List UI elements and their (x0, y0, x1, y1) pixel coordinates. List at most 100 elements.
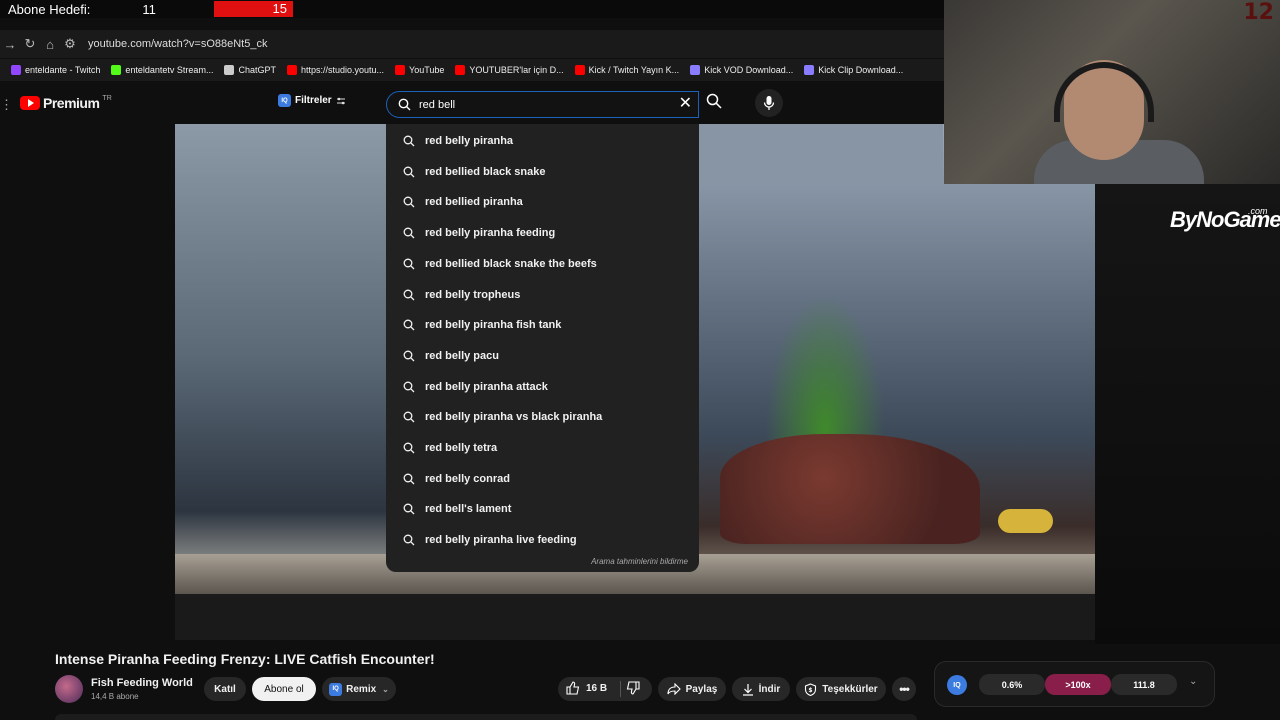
suggestion-label: red bell's lament (425, 503, 512, 516)
suggestion-label: red belly tetra (425, 442, 498, 454)
share-label: Paylaş (685, 683, 718, 695)
suggestion-label: red belly piranha live feeding (425, 534, 577, 547)
thumbs-up-icon (566, 681, 580, 695)
suggestion-item[interactable]: red bell's lament (386, 494, 699, 524)
search-icon (403, 289, 415, 301)
suggestion-label: red belly piranha vs black piranha (425, 411, 603, 424)
join-button[interactable]: Katıl (204, 677, 246, 701)
suggestion-item[interactable]: red belly piranha attack (386, 372, 699, 402)
suggestion-item[interactable]: red belly tropheus (386, 280, 699, 310)
search-button[interactable] (706, 93, 722, 114)
subscriber-goal-label: Abone Hedefi: (8, 1, 91, 17)
bookmark-favicon-icon (395, 65, 406, 75)
webcam-counter: 12 (1243, 0, 1274, 25)
search-icon (706, 93, 722, 109)
bookmark-label: ChatGPT (238, 65, 276, 75)
suggestion-item[interactable]: red belly piranha feeding (386, 218, 699, 248)
like-dislike-group: 16 B (558, 677, 652, 701)
filters-label: Filtreler (295, 95, 332, 106)
iq-stats-widget: IQ 0.6% >100x 111.8 ⌄ (934, 661, 1215, 707)
stat-score: 111.8 (1111, 674, 1177, 695)
search-box[interactable]: ✕ (386, 91, 699, 118)
search-input[interactable] (419, 96, 659, 114)
suggestion-item[interactable]: red belly pacu (386, 341, 699, 371)
filters-button[interactable]: IQ Filtreler (278, 94, 346, 107)
home-icon[interactable]: ⌂ (40, 37, 60, 52)
suggestion-item[interactable]: red bellied piranha (386, 187, 699, 217)
site-settings-icon[interactable]: ⚙ (60, 36, 80, 52)
forward-icon[interactable]: → (0, 37, 20, 52)
chevron-down-icon: ⌄ (382, 684, 389, 694)
suggestion-label: red belly tropheus (425, 288, 521, 301)
search-icon (403, 473, 415, 485)
bookmark-item[interactable]: enteldantetv Stream... (111, 65, 213, 75)
aquarium-base (175, 594, 1095, 640)
bookmark-favicon-icon (690, 65, 701, 75)
subscriber-count-text: 14,4 B abone (91, 692, 139, 701)
bookmark-item[interactable]: enteldante - Twitch (11, 65, 100, 75)
stat-multiplier: >100x (1045, 674, 1111, 695)
bookmark-label: YouTube (409, 65, 445, 75)
dislike-button[interactable] (626, 681, 640, 700)
url-field[interactable]: youtube.com/watch?v=sO88eNt5_ck (88, 38, 267, 50)
more-actions-button[interactable]: ••• (892, 677, 916, 701)
search-icon (398, 98, 411, 116)
download-icon (742, 683, 754, 696)
youtube-logo[interactable]: Premium TR (20, 95, 112, 111)
bookmark-favicon-icon (574, 65, 585, 75)
download-label: İndir (758, 683, 781, 695)
download-button[interactable]: İndir (732, 677, 790, 701)
suggestion-item[interactable]: red belly piranha fish tank (386, 310, 699, 340)
video-frame-top (698, 124, 943, 184)
suggestion-label: red belly piranha feeding (425, 227, 556, 240)
logo-text: Premium (43, 95, 100, 111)
bookmark-favicon-icon (11, 65, 21, 75)
report-predictions-link[interactable]: Arama tahminlerini bildirme (591, 557, 688, 566)
bookmark-item[interactable]: ChatGPT (224, 65, 276, 75)
share-button[interactable]: Paylaş (658, 677, 726, 701)
side-overlay (1095, 184, 1280, 644)
voice-search-button[interactable] (755, 89, 783, 117)
menu-icon[interactable]: ⋮ (0, 97, 13, 113)
channel-name[interactable]: Fish Feeding World (91, 677, 193, 689)
suggestion-label: red belly piranha attack (425, 380, 548, 393)
bookmark-favicon-icon (111, 65, 122, 75)
suggestion-item[interactable]: red bellied black snake (386, 157, 699, 187)
thanks-button[interactable]: $ Teşekkürler (796, 677, 886, 701)
channel-avatar[interactable] (55, 675, 83, 703)
search-icon (403, 258, 415, 270)
bookmark-item[interactable]: YouTube (395, 65, 444, 75)
suggestion-item[interactable]: red bellied black snake the beefs (386, 249, 699, 279)
bookmark-item[interactable]: Kick Clip Download... (804, 65, 903, 75)
suggestion-item[interactable]: red belly piranha vs black piranha (386, 402, 699, 432)
aquarium-rocks (720, 434, 980, 544)
bookmark-item[interactable]: https://studio.youtu... (286, 65, 385, 75)
bookmark-item[interactable]: YOUTUBER'lar için D... (455, 65, 564, 75)
bookmark-item[interactable]: Kick / Twitch Yayın K... (574, 65, 679, 75)
clear-search-icon[interactable]: ✕ (679, 96, 692, 112)
suggestion-item[interactable]: red belly conrad (386, 464, 699, 494)
video-title: Intense Piranha Feeding Frenzy: LIVE Cat… (55, 651, 435, 667)
chevron-down-icon[interactable]: ⌄ (1189, 676, 1197, 687)
search-icon (403, 381, 415, 393)
bookmark-item[interactable]: Kick VOD Download... (690, 65, 793, 75)
like-button[interactable]: 16 B (566, 681, 607, 695)
suggestion-item[interactable]: red belly tetra (386, 433, 699, 463)
bookmark-label: enteldantetv Stream... (125, 65, 214, 75)
suggestion-item[interactable]: red belly piranha (386, 126, 699, 156)
iq-icon: IQ (947, 675, 967, 695)
remix-button[interactable]: IQ Remix ⌄ (322, 677, 396, 701)
bookmark-label: https://studio.youtu... (300, 65, 385, 75)
suggestion-label: red bellied piranha (425, 196, 523, 209)
svg-text:$: $ (809, 687, 813, 694)
sliders-icon (336, 97, 345, 104)
suggestion-label: red belly pacu (425, 349, 499, 362)
bookmarks-bar: enteldante - Twitch enteldantetv Stream..… (0, 59, 944, 81)
suggestion-item[interactable]: red belly piranha live feeding (386, 525, 699, 555)
iq-icon: IQ (329, 682, 343, 696)
subscribe-button[interactable]: Abone ol (252, 677, 316, 701)
reload-icon[interactable]: ↻ (20, 36, 40, 52)
bookmark-favicon-icon (455, 65, 466, 75)
subscribe-label: Abone ol (264, 683, 304, 695)
like-count: 16 B (586, 682, 608, 694)
